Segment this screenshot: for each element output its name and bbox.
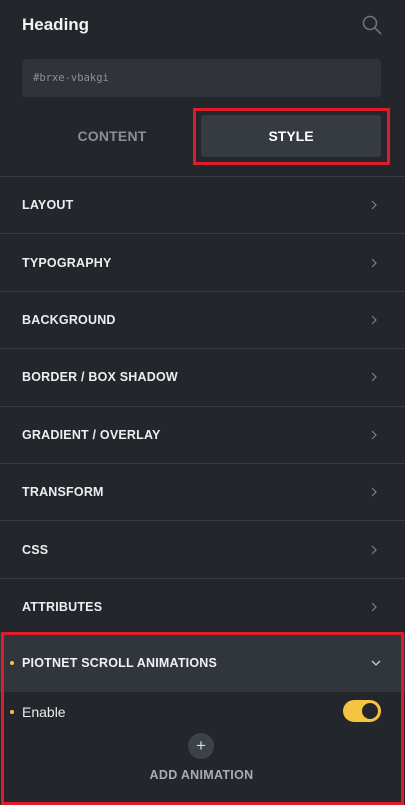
chevron-right-icon — [371, 487, 377, 497]
section-gradient-overlay[interactable]: GRADIENT / OVERLAY — [0, 405, 405, 463]
element-title: Heading — [22, 15, 90, 34]
chevron-down-icon — [371, 660, 381, 666]
tab-style[interactable]: STYLE — [201, 115, 381, 157]
section-background[interactable]: BACKGROUND — [0, 290, 405, 348]
section-border-box-shadow[interactable]: BORDER / BOX SHADOW — [0, 348, 405, 405]
section-attributes[interactable]: ATTRIBUTES — [0, 577, 405, 635]
section-transform[interactable]: TRANSFORM — [0, 462, 405, 520]
section-label: TRANSFORM — [22, 485, 104, 500]
section-piotnet-scroll-animations[interactable]: PIOTNET SCROLL ANIMATIONS — [0, 634, 405, 692]
section-label: BORDER / BOX SHADOW — [22, 370, 178, 385]
chevron-right-icon — [371, 200, 377, 210]
style-panel: Heading #brxe-vbakgi CONTENT STYLE LAYOU… — [0, 0, 405, 805]
element-id-field[interactable]: #brxe-vbakgi — [22, 59, 381, 97]
add-animation-icon-button[interactable]: + — [188, 733, 214, 759]
section-label: GRADIENT / OVERLAY — [22, 427, 161, 442]
chevron-right-icon — [371, 315, 377, 325]
section-label: TYPOGRAPHY — [22, 255, 112, 270]
add-animation-button[interactable]: ADD ANIMATION — [0, 768, 403, 782]
chevron-right-icon — [371, 258, 377, 268]
panel-header: Heading — [0, 0, 405, 52]
toggle-knob — [362, 703, 378, 719]
enable-row: Enable — [0, 696, 405, 728]
modified-indicator-dot — [10, 661, 14, 665]
chevron-right-icon — [371, 430, 377, 440]
enable-toggle[interactable] — [343, 700, 381, 722]
chevron-right-icon — [371, 372, 377, 382]
section-label: CSS — [22, 542, 49, 557]
section-label: BACKGROUND — [22, 312, 116, 327]
search-icon[interactable] — [361, 14, 383, 36]
chevron-right-icon — [371, 602, 377, 612]
section-layout[interactable]: LAYOUT — [0, 176, 405, 233]
tab-content[interactable]: CONTENT — [22, 115, 202, 157]
section-label: ATTRIBUTES — [22, 599, 103, 614]
style-sections-list: LAYOUT TYPOGRAPHY BACKGROUND BORDER / BO… — [0, 176, 405, 635]
section-css[interactable]: CSS — [0, 520, 405, 577]
section-label: LAYOUT — [22, 198, 74, 213]
enable-label: Enable — [22, 704, 66, 720]
section-typography[interactable]: TYPOGRAPHY — [0, 233, 405, 290]
section-label: PIOTNET SCROLL ANIMATIONS — [22, 656, 218, 670]
modified-indicator-dot — [10, 710, 14, 714]
scroll-animations-section: PIOTNET SCROLL ANIMATIONS Enable + ADD A… — [0, 634, 405, 805]
chevron-right-icon — [371, 545, 377, 554]
